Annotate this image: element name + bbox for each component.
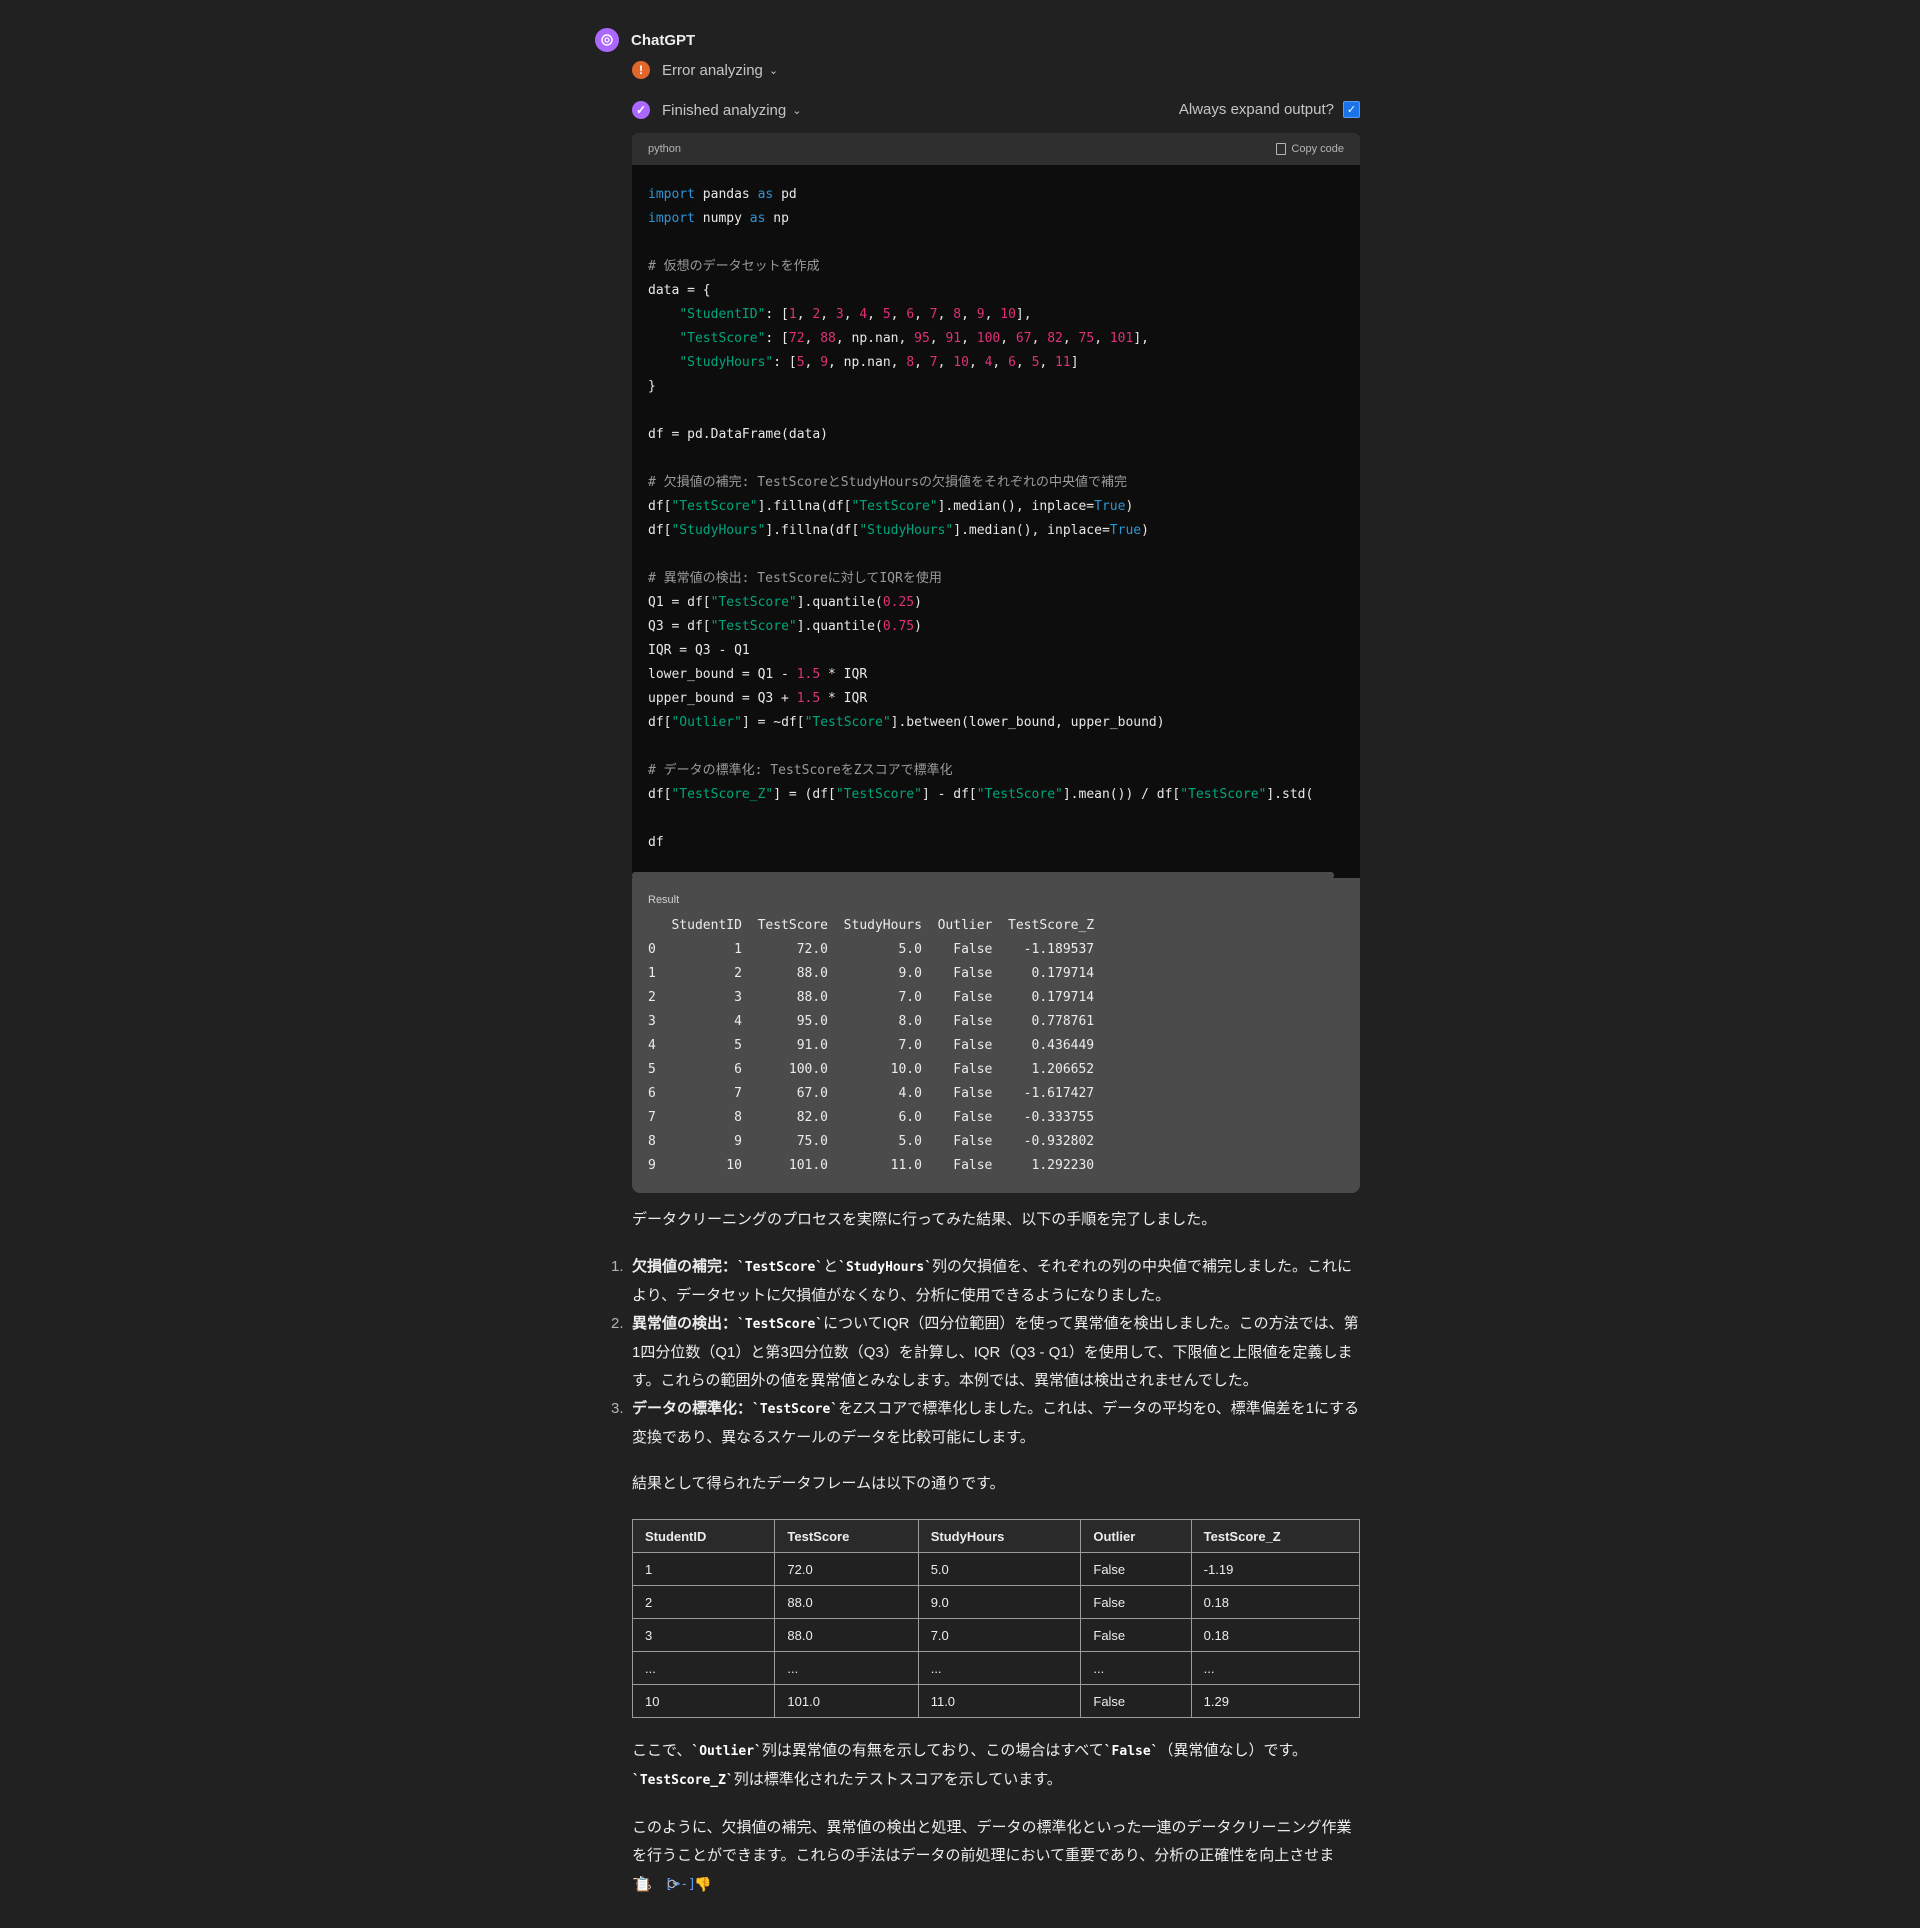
result-note: ここで、`Outlier`列は異常値の有無を示しており、この場合はすべて`Fal… <box>632 1737 1360 1795</box>
table-header-cell: StudyHours <box>917 1519 1082 1553</box>
chevron-down-icon: ⌄ <box>792 104 802 117</box>
step-number: 1. <box>611 1258 624 1275</box>
table-cell: 5.0 <box>917 1552 1082 1586</box>
table-cell: 3 <box>631 1618 776 1652</box>
table-cell: ... <box>1190 1651 1361 1685</box>
table-cell: ... <box>1080 1651 1192 1685</box>
table-cell: 101.0 <box>774 1684 919 1718</box>
table-cell: 2 <box>631 1585 776 1619</box>
step-title: 欠損値の補完： <box>632 1258 738 1275</box>
table-cell: 0.18 <box>1190 1618 1361 1652</box>
table-cell: ... <box>917 1651 1082 1685</box>
result-label: Result <box>648 894 680 906</box>
code-content: import pandas as pd import numpy as np #… <box>648 187 1314 850</box>
step-title: 異常値の検出： <box>632 1315 738 1332</box>
status-error-toggle[interactable]: ! Error analyzing ⌄ <box>632 61 778 79</box>
chevron-down-icon: ⌄ <box>768 64 779 77</box>
table-row: ............... <box>631 1651 1361 1685</box>
table-header-cell: TestScore <box>774 1519 919 1553</box>
table-cell: 88.0 <box>774 1618 919 1652</box>
step-title: データの標準化： <box>632 1400 753 1417</box>
always-expand-toggle[interactable]: Always expand output? ✓ <box>1179 101 1360 118</box>
table-cell: 1 <box>631 1552 776 1586</box>
code-header: python Copy code <box>632 133 1360 165</box>
always-expand-label: Always expand output? <box>1178 101 1334 118</box>
table-row: 2 88.0 9.0 False 0.18 <box>631 1585 1361 1619</box>
result-panel: Result StudentID TestScore StudyHours Ou… <box>632 878 1360 1193</box>
step-number: 3. <box>611 1400 624 1417</box>
table-cell: 88.0 <box>774 1585 919 1619</box>
status-done-toggle[interactable]: ✓ Finished analyzing ⌄ <box>632 101 801 119</box>
error-icon: ! <box>632 61 650 79</box>
chatgpt-logo-icon <box>595 28 619 52</box>
table-header-cell: StudentID <box>631 1519 776 1553</box>
message-actions: 📋 ⟳ 👎 <box>634 1876 711 1892</box>
table-header-cell: Outlier <box>1080 1519 1192 1553</box>
table-header-cell: TestScore_Z <box>1190 1519 1361 1553</box>
table-header-row: StudentID TestScore StudyHours Outlier TestS… <box>631 1519 1361 1553</box>
copy-code-button[interactable]: Copy code <box>1276 143 1344 155</box>
author-name: ChatGPT <box>631 31 696 49</box>
regenerate-icon[interactable]: ⟳ <box>665 1876 681 1892</box>
always-expand-checkbox[interactable]: ✓ <box>1343 101 1360 118</box>
table-cell: 10 <box>631 1684 776 1718</box>
response-intro: データクリーニングのプロセスを実際に行ってみた結果、以下の手順を完了しました。 <box>632 1211 1217 1228</box>
result-dataframe: StudentID TestScore StudyHours Outlier T… <box>648 918 1095 1173</box>
note-text-1: 列は異常値の有無を示しており、この場合はすべて <box>761 1742 1104 1759</box>
note-text-2: （異常値なし）です。 <box>1158 1742 1308 1759</box>
table-cell: 7.0 <box>917 1618 1082 1652</box>
table-cell: ... <box>631 1651 776 1685</box>
step-code: `TestScore` <box>737 1260 824 1275</box>
table-row: 1 72.0 5.0 False -1.19 <box>631 1552 1361 1586</box>
step-code: `TestScore` <box>737 1317 824 1332</box>
note-text-3: 列は標準化されたテストスコアを示しています。 <box>733 1771 1062 1788</box>
note-code-testscore-z: `TestScore_Z` <box>632 1773 734 1788</box>
step-code: `TestScore` <box>752 1402 839 1417</box>
status-error-label: Error analyzing <box>662 61 763 79</box>
table-cell: False <box>1080 1585 1192 1619</box>
step-mid: と <box>823 1258 839 1275</box>
check-icon: ✓ <box>632 101 650 119</box>
steps-list: 1. 欠損値の補完：`TestScore`と`StudyHours`列の欠損値を、… <box>611 1253 1360 1452</box>
step-item: 2. 異常値の検出：`TestScore`についてIQR（四分位範囲）を使って異常… <box>611 1310 1360 1395</box>
step-item: 3. データの標準化：`TestScore`をZスコアで標準化しました。これは、デ… <box>611 1395 1360 1452</box>
table-cell: 1.29 <box>1190 1684 1361 1718</box>
table-cell: -1.19 <box>1190 1552 1361 1586</box>
copy-code-label: Copy code <box>1291 143 1344 155</box>
conclusion-text: このように、欠損値の補完、異常値の検出と処理、データの標準化といった一連のデータ… <box>632 1819 1352 1892</box>
message-header: ChatGPT <box>595 28 695 52</box>
table-row: 10 101.0 11.0 False 1.29 <box>631 1684 1361 1718</box>
table-cell: False <box>1080 1684 1192 1718</box>
table-cell: 9.0 <box>917 1585 1082 1619</box>
step-number: 2. <box>611 1315 624 1332</box>
copy-icon[interactable]: 📋 <box>634 1876 651 1892</box>
conclusion: このように、欠損値の補完、異常値の検出と処理、データの標準化といった一連のデータ… <box>632 1814 1360 1899</box>
table-cell: ... <box>774 1651 919 1685</box>
thumbs-down-icon[interactable]: 👎 <box>694 1876 711 1892</box>
note-code-outlier: `Outlier` <box>691 1744 762 1759</box>
code-block: python Copy code import pandas as pd imp… <box>632 133 1360 879</box>
note-code-false: `False` <box>1103 1744 1159 1759</box>
result-summary-table: StudentID TestScore StudyHours Outlier TestS… <box>631 1519 1361 1718</box>
table-intro: 結果として得られたデータフレームは以下の通りです。 <box>632 1475 1005 1492</box>
table-cell: 0.18 <box>1190 1585 1361 1619</box>
note-prefix: ここで、 <box>632 1742 692 1759</box>
table-cell: False <box>1080 1552 1192 1586</box>
step-code: `StudyHours` <box>838 1260 933 1275</box>
table-cell: False <box>1080 1618 1192 1652</box>
step-item: 1. 欠損値の補完：`TestScore`と`StudyHours`列の欠損値を、… <box>611 1253 1360 1310</box>
status-done-label: Finished analyzing <box>662 101 787 119</box>
copy-icon <box>1276 143 1287 155</box>
code-language: python <box>648 143 682 155</box>
table-cell: 72.0 <box>774 1552 919 1586</box>
table-cell: 11.0 <box>917 1684 1082 1718</box>
table-row: 3 88.0 7.0 False 0.18 <box>631 1618 1361 1652</box>
